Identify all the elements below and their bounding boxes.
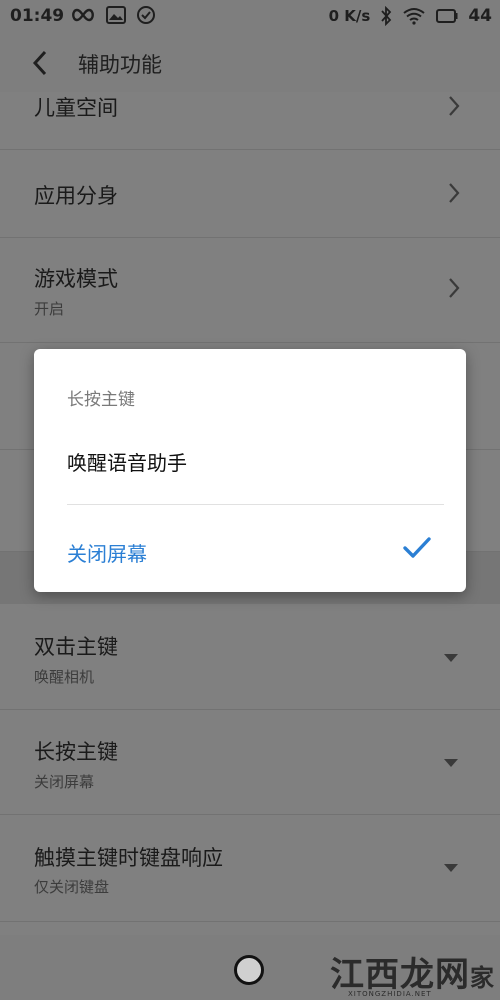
chevron-right-icon <box>449 183 460 203</box>
infinity-icon <box>72 8 94 22</box>
settings-item-touch-keyboard[interactable]: 触摸主键时键盘响应 仅关闭键盘 <box>0 815 500 922</box>
settings-item-label: 游戏模式 <box>34 267 118 291</box>
settings-item-label: 长按主键 <box>34 740 118 764</box>
status-bar: 01:49 0 K/s 44 <box>0 0 500 34</box>
battery-icon <box>436 9 458 23</box>
net-speed: 0 K/s <box>328 7 371 25</box>
settings-item-double-press[interactable]: 双击主键 唤醒相机 <box>0 604 500 710</box>
dropdown-arrow-icon <box>444 654 458 662</box>
back-arrow-icon[interactable] <box>26 48 56 78</box>
settings-item-label: 应用分身 <box>34 184 118 208</box>
chevron-right-icon <box>449 278 460 298</box>
wifi-icon <box>403 8 425 25</box>
settings-item-app-clone[interactable]: 应用分身 <box>0 150 500 238</box>
bluetooth-icon <box>381 6 392 26</box>
settings-item-value: 开启 <box>34 300 65 318</box>
settings-item-value: 关闭屏幕 <box>34 773 95 791</box>
app-bar: 辅助功能 <box>0 34 500 92</box>
settings-item-value: 唤醒相机 <box>34 668 95 686</box>
chevron-right-icon <box>449 96 460 116</box>
dialog-title: 长按主键 <box>67 390 135 410</box>
settings-item-kids-space[interactable]: 儿童空间 <box>0 92 500 150</box>
navigation-bar: 江西龙网家 XITONGZHIDIA.NET <box>0 935 500 1000</box>
dialog-option-voice-assistant[interactable]: 唤醒语音助手 <box>67 447 187 476</box>
home-button[interactable] <box>234 955 264 985</box>
settings-item-long-press[interactable]: 长按主键 关闭屏幕 <box>0 710 500 815</box>
battery-level: 44 <box>468 6 492 26</box>
checkmark-icon <box>403 537 431 558</box>
settings-item-label: 双击主键 <box>34 635 118 659</box>
settings-item-label: 儿童空间 <box>34 96 118 120</box>
status-time: 01:49 <box>10 6 65 26</box>
dialog-divider <box>67 504 444 505</box>
long-press-dialog: 长按主键 唤醒语音助手 关闭屏幕 <box>34 349 466 592</box>
settings-item-label: 触摸主键时键盘响应 <box>34 846 223 870</box>
watermark-logo: 江西龙网家 <box>330 955 495 995</box>
check-circle-icon <box>137 6 155 24</box>
settings-item-game-mode[interactable]: 游戏模式 开启 <box>0 238 500 343</box>
page-title: 辅助功能 <box>78 53 162 77</box>
dropdown-arrow-icon <box>444 864 458 872</box>
dialog-option-screen-off[interactable]: 关闭屏幕 <box>67 538 147 567</box>
dropdown-arrow-icon <box>444 759 458 767</box>
gallery-icon <box>106 6 126 24</box>
settings-item-value: 仅关闭键盘 <box>34 878 110 896</box>
watermark-url: XITONGZHIDIA.NET <box>348 990 432 998</box>
